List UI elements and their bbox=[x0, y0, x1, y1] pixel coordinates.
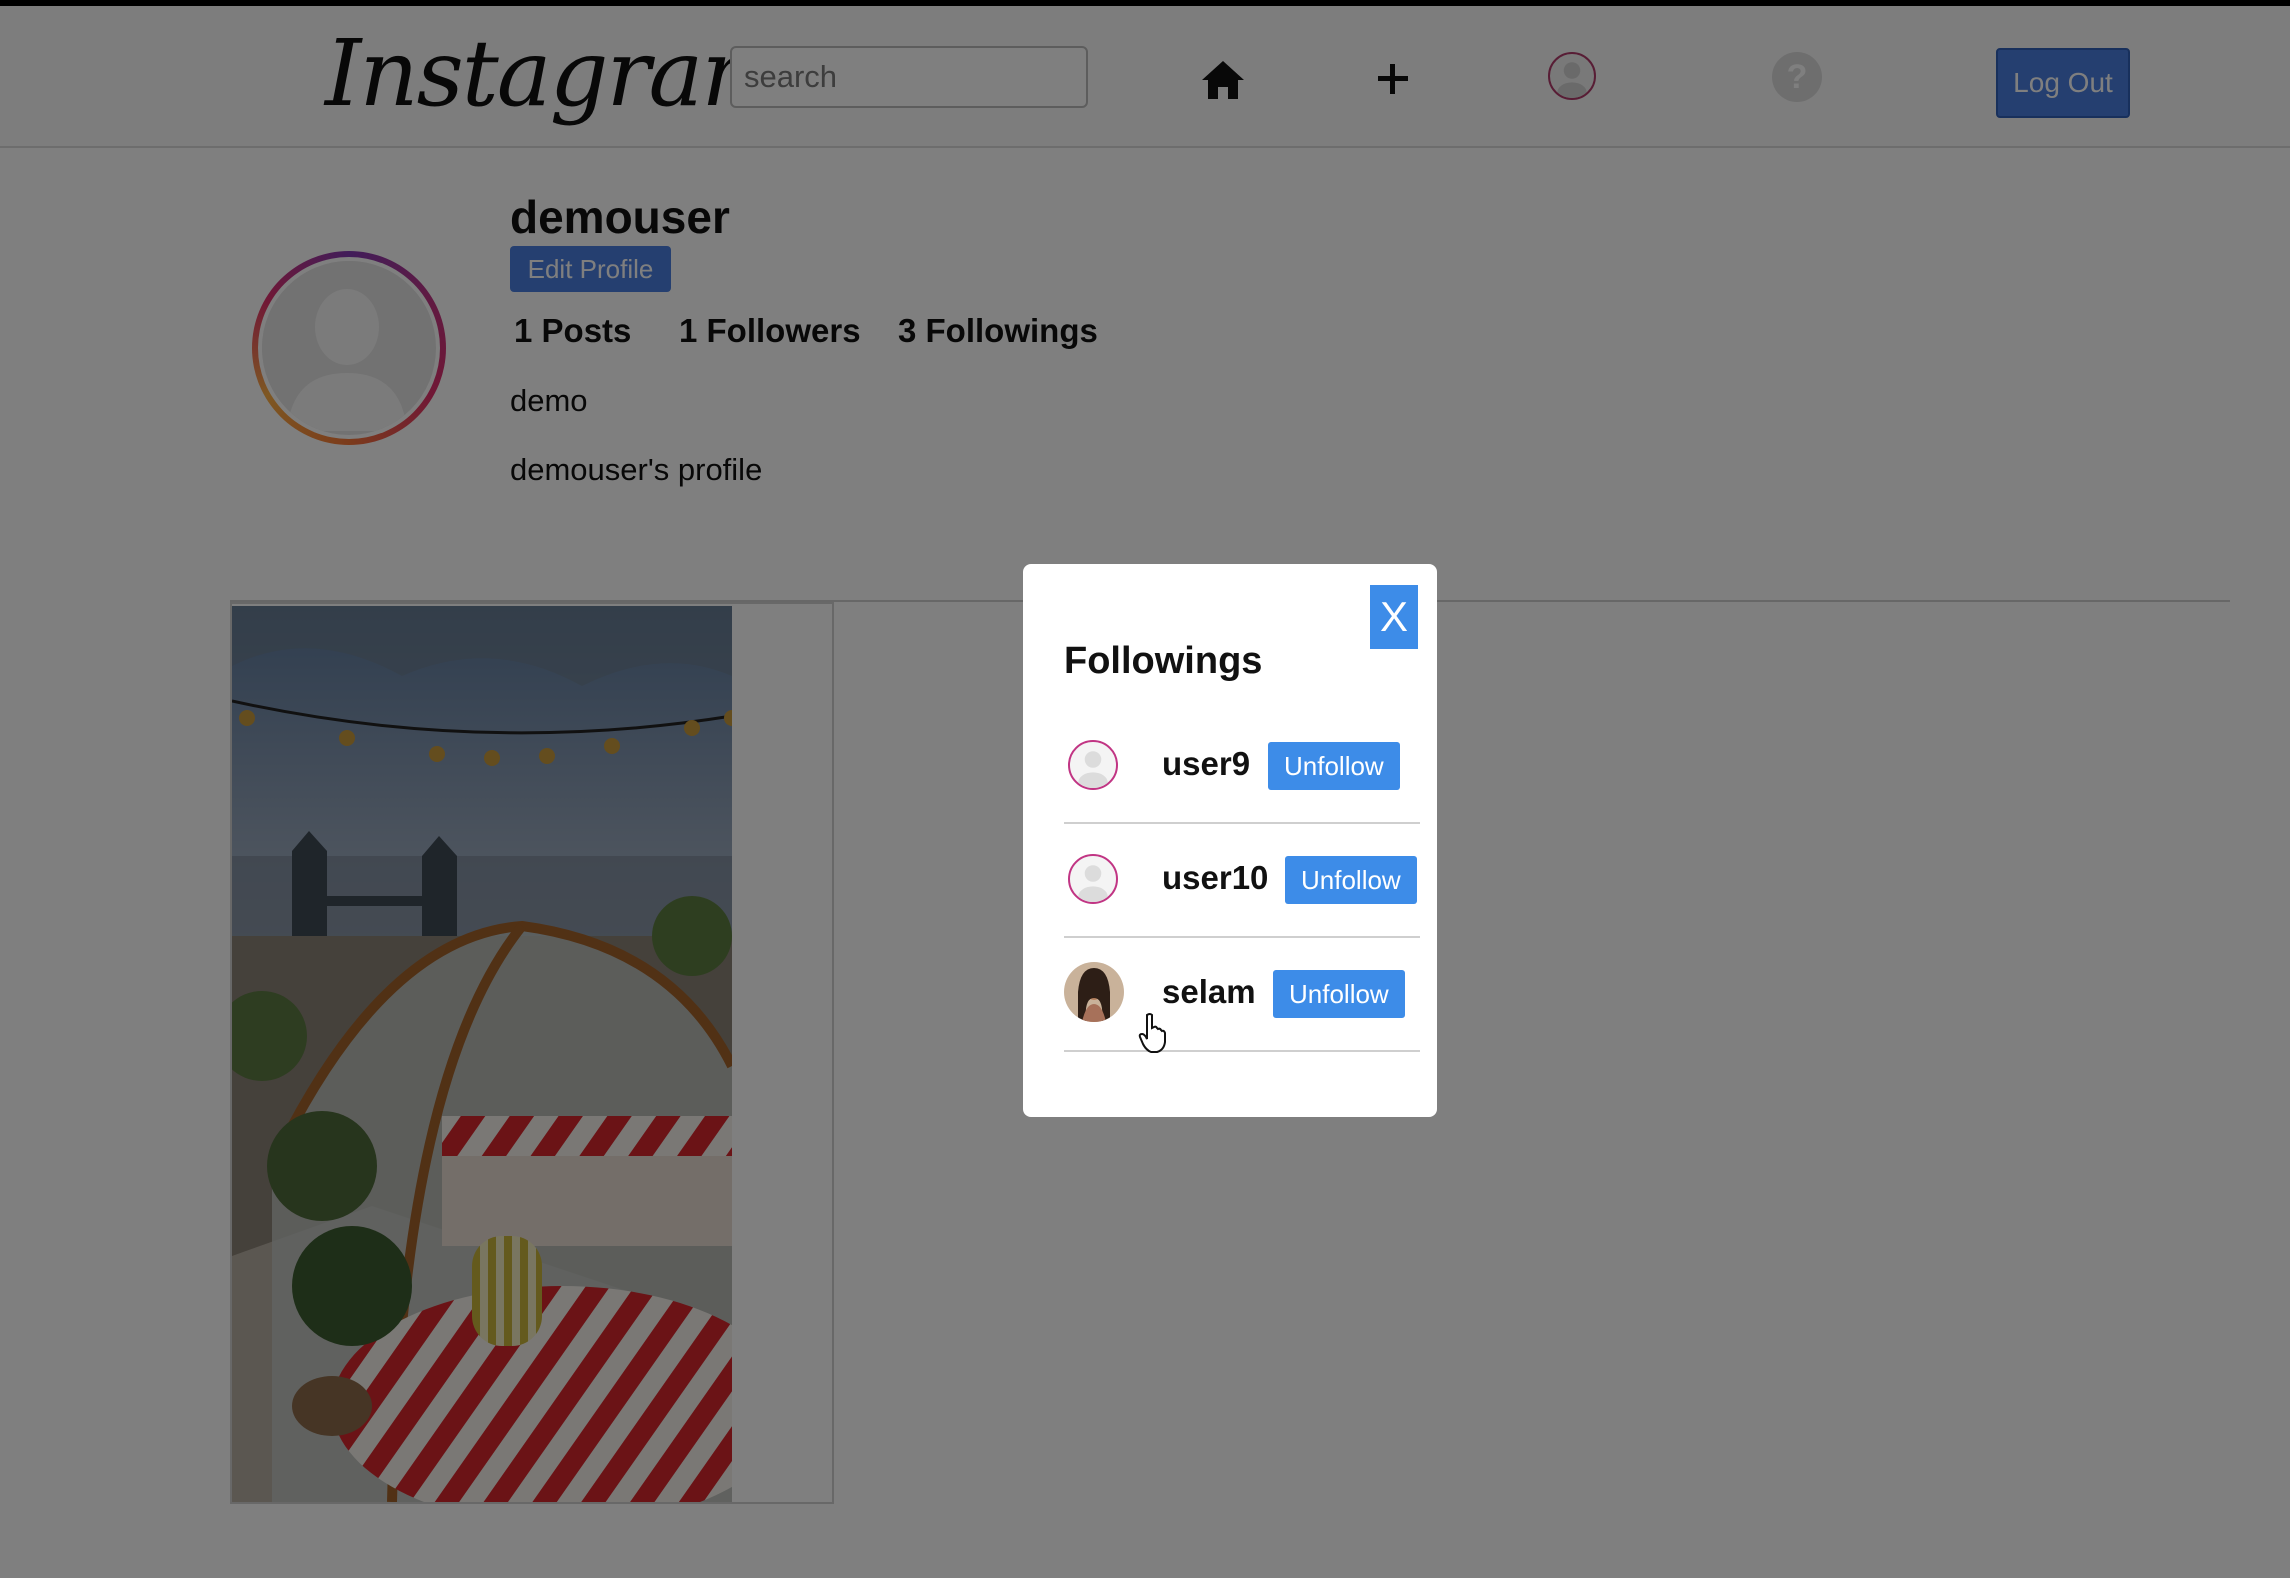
following-username[interactable]: user10 bbox=[1162, 859, 1268, 897]
list-item: user10 Unfollow bbox=[1064, 824, 1420, 938]
modal-title: Followings bbox=[1064, 640, 1263, 682]
hand-cursor-icon bbox=[1138, 1013, 1166, 1053]
following-username[interactable]: selam bbox=[1162, 973, 1256, 1011]
following-username[interactable]: user9 bbox=[1162, 745, 1250, 783]
close-button[interactable]: X bbox=[1370, 585, 1418, 649]
unfollow-button[interactable]: Unfollow bbox=[1268, 742, 1400, 790]
avatar[interactable] bbox=[1068, 854, 1118, 904]
avatar[interactable] bbox=[1068, 740, 1118, 790]
unfollow-button[interactable]: Unfollow bbox=[1285, 856, 1417, 904]
list-item: selam Unfollow bbox=[1064, 938, 1420, 1052]
list-item: user9 Unfollow bbox=[1064, 710, 1420, 824]
followings-modal: X Followings user9 Unfollow user10 Unfol… bbox=[1023, 564, 1437, 1117]
unfollow-button[interactable]: Unfollow bbox=[1273, 970, 1405, 1018]
avatar[interactable] bbox=[1064, 962, 1124, 1022]
